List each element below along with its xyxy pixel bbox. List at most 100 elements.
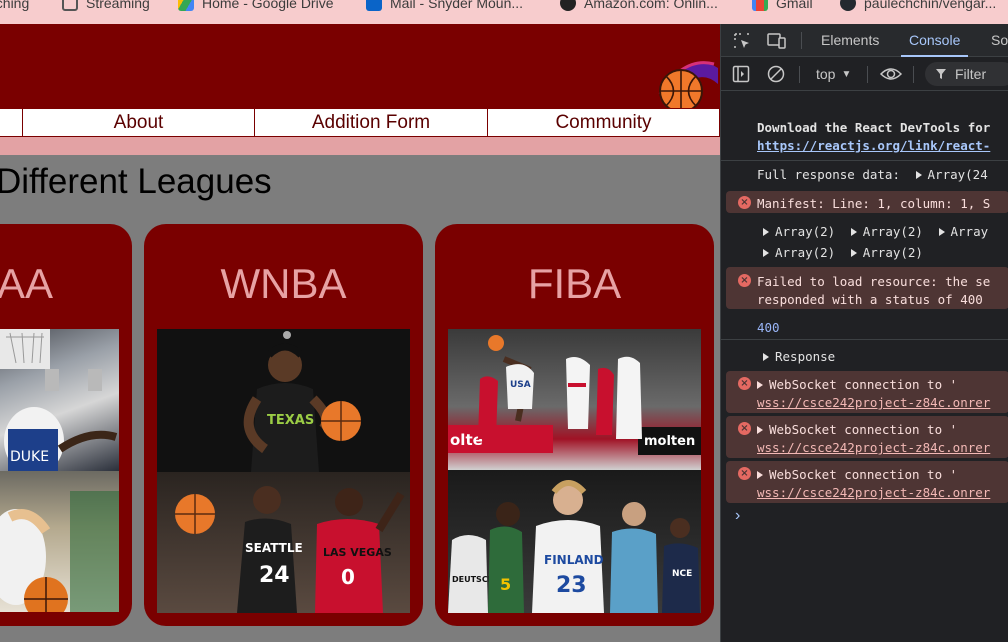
bookmark-label: Mail - Snyder Moun... bbox=[390, 0, 524, 11]
context-selector[interactable]: top ▼ bbox=[816, 57, 851, 91]
expand-triangle-icon bbox=[763, 228, 769, 236]
wnba-photo-bottom: SEATTLE 24 LAS VEGAS 0 bbox=[157, 472, 410, 613]
card-title: WNBA bbox=[220, 260, 347, 307]
svg-text:olte: olte bbox=[450, 431, 483, 449]
console-error-websocket[interactable]: WebSocket connection to ' bbox=[757, 377, 957, 392]
tab-sources[interactable]: So bbox=[991, 24, 1008, 57]
divider bbox=[867, 66, 868, 83]
github-icon bbox=[840, 0, 856, 11]
console-text: Full response data: bbox=[757, 167, 900, 182]
bookmark-label: eching bbox=[0, 0, 30, 11]
console-prompt[interactable]: › bbox=[735, 507, 740, 525]
response-label: Response bbox=[775, 349, 836, 364]
console-error-websocket[interactable]: WebSocket connection to ' bbox=[757, 467, 957, 482]
filter-input[interactable]: Filter bbox=[925, 62, 1008, 86]
error-icon: × bbox=[738, 467, 751, 480]
tab-elements[interactable]: Elements bbox=[821, 24, 879, 57]
console-link-react-devtools[interactable]: https://reactjs.org/link/react- bbox=[757, 138, 990, 153]
inspect-element-icon[interactable] bbox=[733, 32, 751, 50]
league-card-fiba[interactable]: FIBA olte molten USA DEUTSCHLAND 5 FINLA… bbox=[435, 224, 714, 626]
websocket-url-link[interactable]: wss://csce242project-z84c.onrer bbox=[757, 485, 990, 500]
svg-text:DUKE: DUKE bbox=[10, 449, 49, 465]
device-toolbar-icon[interactable] bbox=[767, 32, 787, 50]
filter-icon bbox=[936, 69, 946, 79]
bookmark-github[interactable]: paulechchin/vengar... bbox=[840, 0, 996, 12]
array-item[interactable]: Array(2) bbox=[775, 245, 835, 260]
bookmark-label: Streaming bbox=[86, 0, 150, 11]
bookmarks-bar: eching Streaming Home - Google Drive Mai… bbox=[0, 0, 1008, 24]
card-title: FIBA bbox=[527, 260, 622, 307]
bookmark-gmail[interactable]: Gmail bbox=[752, 0, 813, 12]
error-icon: × bbox=[738, 196, 751, 209]
drive-icon bbox=[178, 0, 194, 11]
nav-item-addition-form[interactable]: Addition Form bbox=[254, 108, 488, 137]
devtools-panel: Elements Console So top ▼ Filter Downloa… bbox=[720, 24, 1008, 642]
bookmark-mail[interactable]: Mail - Snyder Moun... bbox=[366, 0, 523, 12]
bookmark-label: Gmail bbox=[776, 0, 813, 11]
divider bbox=[721, 339, 1008, 340]
array-item[interactable]: Array bbox=[951, 224, 989, 239]
outlook-icon bbox=[366, 0, 382, 11]
expand-triangle-icon bbox=[915, 171, 922, 179]
websocket-url-link[interactable]: wss://csce242project-z84c.onrer bbox=[757, 395, 990, 410]
folder-icon bbox=[62, 0, 78, 11]
expand-triangle-icon bbox=[850, 249, 857, 257]
live-expression-eye-icon[interactable] bbox=[879, 66, 903, 82]
nav-item-home[interactable] bbox=[0, 108, 23, 137]
expand-triangle-icon bbox=[763, 353, 769, 361]
devtools-tabbar: Elements Console So bbox=[721, 24, 1008, 57]
bookmark-streaming[interactable]: Streaming bbox=[62, 0, 150, 12]
sidebar-toggle-icon[interactable] bbox=[732, 65, 750, 83]
context-label: top bbox=[816, 66, 836, 82]
filter-placeholder: Filter bbox=[955, 66, 987, 82]
amazon-icon bbox=[560, 0, 576, 11]
console-value-400: 400 bbox=[757, 320, 780, 335]
expand-triangle-icon bbox=[757, 471, 763, 479]
console-error-failed-load-line2: responded with a status of 400 bbox=[757, 292, 983, 307]
site-banner bbox=[0, 24, 720, 108]
league-card-wnba[interactable]: WNBA TEXAS SEATTLE 24 LAS VEGAS 0 bbox=[144, 224, 423, 626]
divider bbox=[913, 66, 914, 83]
bookmark-item[interactable]: eching bbox=[0, 0, 29, 12]
divider bbox=[721, 160, 1008, 161]
array-label: Array(24 bbox=[927, 167, 988, 182]
array-item[interactable]: Array(2) bbox=[775, 224, 835, 239]
divider bbox=[799, 66, 800, 83]
array-item[interactable]: Array(2) bbox=[863, 245, 923, 260]
console-message-response: Full response data: Array(24 bbox=[757, 167, 988, 182]
web-page: About Addition Form Community Different … bbox=[0, 24, 720, 642]
nav-item-community[interactable]: Community bbox=[487, 108, 720, 137]
nav-item-about[interactable]: About bbox=[22, 108, 255, 137]
svg-text:USA: USA bbox=[510, 380, 531, 390]
dropdown-arrow-icon: ▼ bbox=[841, 68, 852, 80]
gmail-icon bbox=[752, 0, 768, 11]
array-item[interactable]: Array(2) bbox=[863, 224, 923, 239]
bookmark-amazon[interactable]: Amazon.com: Onlin... bbox=[560, 0, 718, 12]
websocket-url-link[interactable]: wss://csce242project-z84c.onrer bbox=[757, 440, 990, 455]
clear-console-icon[interactable] bbox=[767, 65, 785, 83]
nav-label: Community bbox=[555, 111, 652, 133]
page-heading: Different Leagues bbox=[0, 162, 272, 201]
expand-triangle-icon bbox=[757, 381, 763, 389]
wnba-photo-top: TEXAS bbox=[157, 329, 410, 472]
console-response-object[interactable]: Response bbox=[757, 349, 835, 364]
svg-text:TEXAS: TEXAS bbox=[267, 413, 314, 428]
svg-text:LAS VEGAS: LAS VEGAS bbox=[323, 546, 392, 559]
console-error-websocket[interactable]: WebSocket connection to ' bbox=[757, 422, 957, 437]
error-icon: × bbox=[738, 422, 751, 435]
svg-text:5: 5 bbox=[500, 575, 511, 594]
league-card-ncaa[interactable]: AA DUKE bbox=[0, 224, 132, 626]
console-error-failed-load: Failed to load resource: the se bbox=[757, 274, 991, 289]
svg-text:molten: molten bbox=[644, 434, 695, 449]
card-title: AA bbox=[0, 260, 54, 307]
tab-console[interactable]: Console bbox=[901, 24, 969, 57]
error-text: WebSocket connection to ' bbox=[769, 422, 958, 437]
error-icon: × bbox=[738, 377, 751, 390]
expandable-array[interactable]: Array(24 bbox=[915, 167, 988, 182]
bookmark-label: Amazon.com: Onlin... bbox=[584, 0, 718, 11]
basketball-logo-icon[interactable] bbox=[656, 54, 718, 116]
console-error-manifest: Manifest: Line: 1, column: 1, S bbox=[757, 196, 991, 211]
svg-text:NCE: NCE bbox=[672, 569, 692, 579]
bookmark-google-drive[interactable]: Home - Google Drive bbox=[178, 0, 334, 12]
ncaa-photo-top: DUKE bbox=[0, 329, 119, 471]
